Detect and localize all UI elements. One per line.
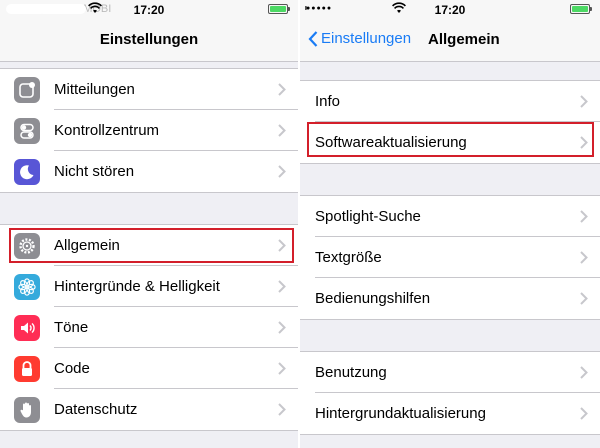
chevron-right-icon xyxy=(278,321,286,339)
general-item-label: Spotlight-Suche xyxy=(315,208,421,225)
settings-item-code[interactable]: Code xyxy=(0,348,298,389)
status-bar: Dreifoo CHINA MOBI 17:20 xyxy=(0,0,298,18)
settings-item-label: Datenschutz xyxy=(54,401,138,418)
panel-divider xyxy=(298,0,300,448)
flower-icon xyxy=(14,273,40,300)
navigation-bar: Einstellungen xyxy=(0,18,298,62)
general-item-label: Info xyxy=(315,93,341,110)
settings-item-hintergruende[interactable]: Hintergründe & Helligkeit xyxy=(0,266,298,307)
general-item-label: Textgröße xyxy=(315,249,382,266)
battery-icon xyxy=(570,4,592,14)
settings-item-mitteilungen[interactable]: Mitteilungen xyxy=(0,69,298,110)
chevron-right-icon xyxy=(580,292,588,310)
chevron-right-icon xyxy=(278,165,286,183)
settings-item-label: Hintergründe & Helligkeit xyxy=(54,278,220,295)
chevron-right-icon xyxy=(580,407,588,425)
navigation-bar: Einstellungen Allgemein xyxy=(300,18,600,62)
back-button[interactable]: Einstellungen xyxy=(308,30,411,47)
general-group-3: Benutzung Hintergrundaktualisierung xyxy=(300,351,600,435)
chevron-right-icon xyxy=(580,251,588,269)
settings-item-kontrollzentrum[interactable]: Kontrollzentrum xyxy=(0,110,298,151)
chevron-right-icon xyxy=(580,95,588,113)
status-time: 17:20 xyxy=(434,3,466,17)
general-item-hintergrundaktualisierung[interactable]: Hintergrundaktualisierung xyxy=(300,393,600,434)
general-item-info[interactable]: Info xyxy=(300,81,600,122)
hand-icon xyxy=(14,396,40,423)
speaker-icon xyxy=(14,314,40,341)
notifications-icon xyxy=(14,76,40,103)
settings-group-2: Allgemein Hintergründe & Helligkeit Töne xyxy=(0,224,298,431)
chevron-right-icon xyxy=(278,124,286,142)
settings-group-1: Mitteilungen Kontrollzentrum Nicht störe… xyxy=(0,68,298,193)
general-item-textgroesse[interactable]: Textgröße xyxy=(300,237,600,278)
back-button-label: Einstellungen xyxy=(321,30,412,47)
general-item-spotlight-suche[interactable]: Spotlight-Suche xyxy=(300,196,600,237)
lock-icon xyxy=(14,355,40,382)
general-group-2: Spotlight-Suche Textgröße Bedienungshilf… xyxy=(300,195,600,320)
settings-item-label: Allgemein xyxy=(54,237,120,254)
chevron-left-icon xyxy=(308,30,318,47)
status-time: 17:20 xyxy=(133,3,165,17)
general-item-label: Bedienungshilfen xyxy=(315,290,431,307)
chevron-right-icon xyxy=(278,403,286,421)
control-center-icon xyxy=(14,117,40,144)
settings-item-toene[interactable]: Töne xyxy=(0,307,298,348)
moon-icon xyxy=(14,158,40,185)
settings-item-label: Kontrollzentrum xyxy=(54,122,160,139)
general-item-bedienungshilfen[interactable]: Bedienungshilfen xyxy=(300,278,600,319)
general-item-softwareaktualisierung[interactable]: Softwareaktualisierung xyxy=(300,122,600,163)
settings-item-label: Code xyxy=(54,360,90,377)
general-item-benutzung[interactable]: Benutzung xyxy=(300,352,600,393)
settings-screen: Dreifoo CHINA MOBI 17:20 Einstellungen M… xyxy=(0,0,298,448)
chevron-right-icon xyxy=(278,83,286,101)
chevron-right-icon xyxy=(278,280,286,298)
gear-icon xyxy=(14,232,40,259)
general-screen: ●●●●● 17:20 Einstellungen Allgemein Info… xyxy=(300,0,600,448)
chevron-right-icon xyxy=(580,210,588,228)
chevron-right-icon xyxy=(580,366,588,384)
general-item-label: Benutzung xyxy=(315,364,387,381)
settings-item-label: Töne xyxy=(54,319,89,336)
status-bar: ●●●●● 17:20 xyxy=(300,0,600,18)
chevron-right-icon xyxy=(278,362,286,380)
page-title: Einstellungen xyxy=(99,31,199,48)
general-group-1: Info Softwareaktualisierung xyxy=(300,80,600,164)
comparison-wrapper: Dreifoo CHINA MOBI 17:20 Einstellungen M… xyxy=(0,0,600,448)
general-item-label: Hintergrundaktualisierung xyxy=(315,405,486,422)
chevron-right-icon xyxy=(580,136,588,154)
page-title: Allgemein xyxy=(428,31,500,48)
general-item-label: Softwareaktualisierung xyxy=(315,134,467,151)
settings-item-label: Mitteilungen xyxy=(54,81,135,98)
battery-icon xyxy=(268,4,290,14)
settings-item-label: Nicht stören xyxy=(54,163,135,180)
chevron-right-icon xyxy=(278,239,286,257)
settings-item-datenschutz[interactable]: Datenschutz xyxy=(0,389,298,430)
settings-item-allgemein[interactable]: Allgemein xyxy=(0,225,298,266)
settings-item-nicht-stoeren[interactable]: Nicht stören xyxy=(0,151,298,192)
